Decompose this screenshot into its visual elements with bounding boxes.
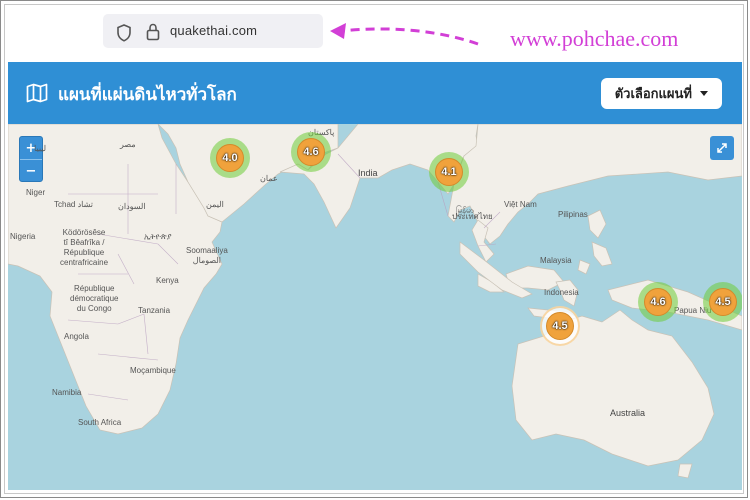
url-text[interactable]: quakethai.com [170, 23, 257, 38]
label-egypt: مصر [120, 140, 136, 149]
lock-icon[interactable] [145, 22, 161, 42]
caret-down-icon [700, 91, 708, 96]
label-kenya: Kenya [156, 276, 179, 285]
label-angola: Angola [64, 332, 89, 341]
quake-magnitude: 4.5 [709, 288, 737, 316]
browser-toolbar: quakethai.com www.pohchae.com [8, 8, 742, 60]
zoom-control: + − [19, 136, 43, 182]
pointer-arrow-icon [330, 23, 479, 46]
world-map[interactable]: + − ليبيا مصر Niger Tchad تشاد السودان ا… [8, 124, 742, 490]
label-central-african-republic: Ködörösêse tî Bêafrîka / République cent… [60, 228, 109, 267]
quake-magnitude: 4.6 [644, 288, 672, 316]
label-namibia: Namibia [52, 388, 82, 397]
label-malaysia: Malaysia [540, 256, 572, 265]
label-yemen: اليمن [206, 200, 224, 209]
label-oman: عمان [260, 174, 278, 183]
label-niger: Niger [26, 188, 46, 197]
map-icon [26, 83, 48, 103]
label-drc: République démocratique du Congo [70, 284, 119, 313]
label-tchad: Tchad تشاد [54, 200, 93, 209]
quake-cluster-pakistan[interactable]: 4.6 [291, 132, 331, 172]
quake-cluster-papua[interactable]: 4.6 [638, 282, 678, 322]
fullscreen-icon [717, 143, 727, 153]
quake-magnitude: 4.6 [297, 138, 325, 166]
page-title: แผนที่แผ่นดินไหวทั่วโลก [58, 85, 237, 105]
quake-cluster-myanmar[interactable]: 4.1 [429, 152, 469, 192]
label-south-africa: South Africa [78, 418, 122, 427]
quake-cluster-arabia[interactable]: 4.0 [210, 138, 250, 178]
label-mocambique: Moçambique [130, 366, 176, 375]
map-options-label: ตัวเลือกแผนที่ [614, 87, 692, 102]
label-somalia: Soomaaliya الصومال [186, 246, 228, 265]
label-nigeria: Nigeria [10, 232, 36, 241]
quake-cluster-papua-east[interactable]: 4.5 [703, 282, 742, 322]
label-indonesia: Indonesia [544, 288, 579, 297]
watermark: www.pohchae.com [510, 26, 679, 51]
panel-header: แผนที่แผ่นดินไหวทั่วโลก ตัวเลือกแผนที่ [8, 62, 742, 124]
shield-icon[interactable] [116, 24, 132, 42]
quake-magnitude: 4.5 [546, 312, 574, 340]
label-australia: Australia [610, 408, 646, 418]
quake-magnitude: 4.0 [216, 144, 244, 172]
label-india: India [358, 168, 378, 178]
fullscreen-button[interactable] [710, 136, 734, 160]
quake-cluster-indonesia[interactable]: 4.5 [540, 306, 580, 346]
map-options-button[interactable]: ตัวเลือกแผนที่ [600, 78, 722, 109]
label-thailand: ประเทศไทย [452, 212, 493, 221]
label-vietnam: Việt Nam [504, 200, 537, 209]
label-sudan: السودان [118, 202, 146, 211]
zoom-out-button[interactable]: − [20, 160, 42, 182]
label-tanzania: Tanzania [138, 306, 171, 315]
label-libya: ليبيا [34, 144, 47, 153]
label-pilipinas: Pilipinas [558, 210, 588, 219]
label-ethiopia: ኢትዮጵያ [144, 232, 172, 241]
quake-magnitude: 4.1 [435, 158, 463, 186]
